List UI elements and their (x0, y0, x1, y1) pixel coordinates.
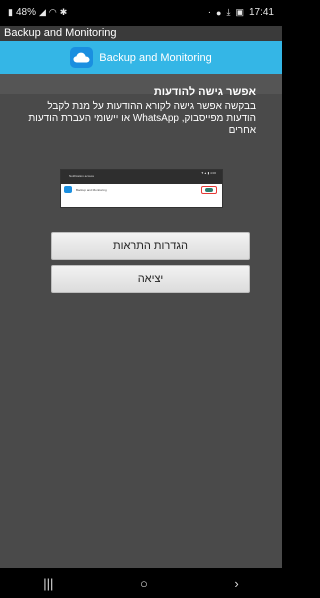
shield-icon: ● (216, 7, 222, 18)
bluetooth-icon: ✱ (59, 7, 68, 17)
battery-icon: ▮ (8, 7, 13, 17)
example-row-label: Backup and Monitoring (76, 187, 107, 192)
download-icon: ⤓ (226, 7, 231, 17)
window-title: Backup and Monitoring (0, 26, 282, 41)
notification-settings-button[interactable]: הגדרות התראות (51, 232, 250, 260)
status-dot: · (207, 7, 212, 18)
example-menu-text: Notification access (69, 174, 95, 178)
battery-level: 48% (15, 7, 36, 18)
app-title: Backup and Monitoring (99, 51, 212, 64)
clock: 17:41 (248, 7, 274, 18)
example-screenshot-toolbar: Notification access ▼▲ ▮ 4:00 (61, 170, 222, 184)
dialog-description: בבקשה אפשר גישה לקורא ההודעות על מנת לקב… (28, 101, 256, 136)
dialog-heading: אפשר גישה להודעות (153, 86, 256, 98)
example-status-text: ▼▲ ▮ 4:00 (200, 171, 216, 175)
example-toggle-icon (205, 188, 213, 192)
example-screenshot: Notification access ▼▲ ▮ 4:00 Backup and… (60, 169, 223, 208)
image-icon: ▣ (235, 7, 244, 17)
back-button[interactable]: › (234, 576, 238, 591)
example-app-row: Backup and Monitoring (64, 186, 107, 193)
cloud-icon (70, 47, 94, 68)
example-cloud-icon (64, 186, 72, 193)
navigation-bar: ||| ○ › (0, 568, 282, 598)
recent-apps-button[interactable]: ||| (43, 576, 53, 591)
app-header: Backup and Monitoring (0, 41, 282, 74)
exit-button[interactable]: יציאה (51, 265, 250, 293)
home-button[interactable]: ○ (140, 576, 148, 591)
example-toggle-highlight (201, 186, 217, 194)
wifi-icon: ◠ (48, 7, 57, 17)
content-area (0, 74, 282, 568)
signal-icon: ◢ (38, 7, 46, 17)
status-bar: ▮ 48% ◢ ◠ ✱ · ● ⤓ ▣ 17:41 (0, 0, 282, 26)
